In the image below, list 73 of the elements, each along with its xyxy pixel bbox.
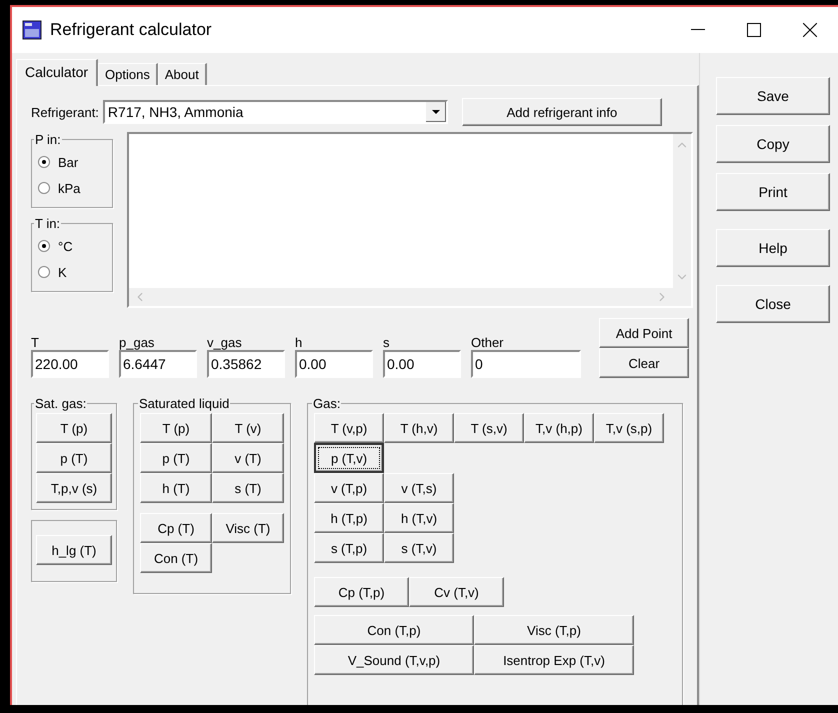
function-button[interactable]: Con (T) xyxy=(140,543,212,573)
function-button[interactable]: Visc (T) xyxy=(212,513,284,543)
function-button[interactable]: Visc (T,p) xyxy=(474,615,634,645)
function-button[interactable]: V_Sound (T,v,p) xyxy=(314,645,474,675)
radio-option[interactable]: Bar xyxy=(36,149,108,175)
radio-option[interactable]: °C xyxy=(36,233,108,259)
function-button[interactable]: h_lg (T) xyxy=(36,535,112,565)
radio-button[interactable] xyxy=(38,182,50,194)
field-label: T xyxy=(31,335,40,350)
function-button[interactable]: T (v) xyxy=(212,413,284,443)
side-button[interactable]: Copy xyxy=(716,125,830,163)
tab[interactable]: Calculator xyxy=(16,59,98,86)
output-area[interactable] xyxy=(127,132,693,308)
function-button[interactable]: Cv (T,v) xyxy=(409,577,504,607)
function-button[interactable]: h (T) xyxy=(140,473,212,503)
function-button[interactable]: Cp (T) xyxy=(140,513,212,543)
function-button[interactable]: h (T,p) xyxy=(314,503,384,533)
refrigerant-label: Refrigerant: xyxy=(31,104,99,120)
function-button[interactable]: s (T,v) xyxy=(384,533,454,563)
side-button[interactable]: Close xyxy=(716,285,830,323)
function-button[interactable]: v (T,p) xyxy=(314,473,384,503)
function-button[interactable]: T (p) xyxy=(36,413,112,443)
value-field[interactable]: 220.00 xyxy=(31,350,109,378)
function-button[interactable]: T (s,v) xyxy=(454,413,524,443)
clear-button[interactable]: Clear xyxy=(599,348,689,378)
radio-option[interactable]: kPa xyxy=(36,175,108,201)
function-button[interactable]: T,v (h,p) xyxy=(524,413,594,443)
function-button[interactable]: T (h,v) xyxy=(384,413,454,443)
field-label: p_gas xyxy=(119,335,156,350)
calculator-icon xyxy=(22,20,42,40)
add-refrigerant-info-button[interactable]: Add refrigerant info xyxy=(462,98,662,126)
side-button[interactable]: Help xyxy=(716,229,830,267)
dropdown-arrow-icon xyxy=(432,110,440,114)
window-title: Refrigerant calculator xyxy=(50,20,213,40)
side-button[interactable]: Print xyxy=(716,173,830,211)
side-button[interactable]: Save xyxy=(716,77,830,115)
value-field[interactable]: 0.00 xyxy=(383,350,461,378)
function-button[interactable]: T (v,p) xyxy=(314,413,384,443)
refrigerant-dropdown[interactable]: R717, NH3, Ammonia xyxy=(102,100,448,124)
group-title: Sat. gas: xyxy=(34,396,88,411)
field-label: Other xyxy=(471,335,505,350)
function-button[interactable]: v (T,s) xyxy=(384,473,454,503)
value-field[interactable]: 0.00 xyxy=(295,350,373,378)
function-button[interactable]: Isentrop Exp (T,v) xyxy=(474,645,634,675)
function-button[interactable]: T (p) xyxy=(140,413,212,443)
function-button[interactable]: p (T) xyxy=(140,443,212,473)
add-point-button[interactable]: Add Point xyxy=(599,318,689,348)
function-button[interactable]: Cp (T,p) xyxy=(314,577,409,607)
function-button[interactable]: s (T) xyxy=(212,473,284,503)
field-label: s xyxy=(383,335,390,350)
radio-button[interactable] xyxy=(38,266,50,278)
value-field[interactable]: 0 xyxy=(471,350,581,378)
function-button[interactable]: s (T,p) xyxy=(314,533,384,563)
radio-button[interactable] xyxy=(38,156,50,168)
field-label: h xyxy=(295,335,304,350)
value-field[interactable]: 0.35862 xyxy=(207,350,285,378)
radio-option[interactable]: K xyxy=(36,259,108,285)
tab[interactable]: About xyxy=(158,63,207,85)
value-field[interactable]: 6.6447 xyxy=(119,350,197,378)
group-title: P in: xyxy=(34,132,62,147)
tab[interactable]: Options xyxy=(98,63,158,85)
function-button[interactable]: v (T) xyxy=(212,443,284,473)
function-button[interactable]: T,v (s,p) xyxy=(594,413,664,443)
function-button[interactable]: p (T,v) xyxy=(314,443,384,473)
function-button[interactable]: p (T) xyxy=(36,443,112,473)
radio-button[interactable] xyxy=(38,240,50,252)
function-button[interactable]: h (T,v) xyxy=(384,503,454,533)
group-title: Gas: xyxy=(312,396,342,411)
function-button[interactable]: Con (T,p) xyxy=(314,615,474,645)
function-button[interactable]: T,p,v (s) xyxy=(36,473,112,503)
field-label: v_gas xyxy=(207,335,243,350)
group-title: T in: xyxy=(34,216,62,231)
group-title: Saturated liquid xyxy=(138,396,230,411)
